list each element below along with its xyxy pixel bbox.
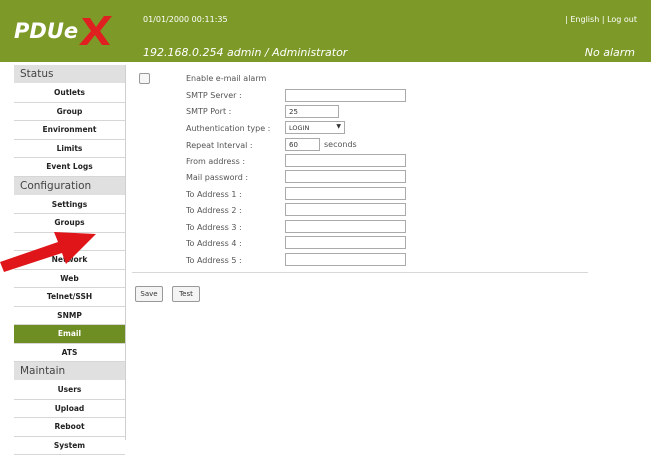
alarm-status: No alarm: [585, 46, 635, 59]
to-address-1-input[interactable]: [285, 187, 406, 200]
sidebar-item-limits[interactable]: Limits: [14, 140, 125, 159]
sidebar-item-reboot[interactable]: Reboot: [14, 418, 125, 437]
email-settings-form: Enable e-mail alarm SMTP Server : SMTP P…: [132, 65, 651, 440]
to-address-5-input[interactable]: [285, 253, 406, 266]
sidebar-item-ats[interactable]: ATS: [14, 344, 125, 363]
sidebar-section-status: Status: [14, 65, 125, 84]
repeat-interval-label: Repeat Interval :: [186, 141, 253, 150]
red-arrow-icon: [0, 226, 96, 272]
to-address-1-label: To Address 1 :: [186, 190, 242, 199]
divider: [132, 272, 588, 273]
sidebar-item-users[interactable]: Users: [14, 381, 125, 400]
sidebar-item-email[interactable]: Email: [14, 325, 125, 344]
sidebar-item-group[interactable]: Group: [14, 103, 125, 122]
seconds-unit: seconds: [324, 140, 357, 149]
enable-email-checkbox[interactable]: [139, 73, 150, 84]
chevron-down-icon: ▼: [336, 123, 341, 130]
repeat-interval-input[interactable]: 60: [285, 138, 320, 151]
auth-type-value: LOGIN: [289, 124, 309, 132]
svg-text:PDUe: PDUe: [14, 19, 78, 43]
header-links: | English | Log out: [565, 15, 637, 24]
enable-email-label: Enable e-mail alarm: [186, 74, 266, 83]
sidebar-item-outlets[interactable]: Outlets: [14, 84, 125, 103]
separator: |: [602, 15, 605, 24]
smtp-port-input[interactable]: 25: [285, 105, 339, 118]
sidebar-item-telnet-ssh[interactable]: Telnet/SSH: [14, 288, 125, 307]
english-link[interactable]: English: [570, 15, 599, 24]
from-address-input[interactable]: [285, 154, 406, 167]
pduex-logo: PDUe: [14, 14, 114, 46]
smtp-port-label: SMTP Port :: [186, 107, 231, 116]
ip-user-info: 192.168.0.254 admin / Administrator: [143, 46, 347, 59]
auth-type-select[interactable]: LOGIN ▼: [285, 121, 345, 134]
to-address-3-input[interactable]: [285, 220, 406, 233]
mail-password-input[interactable]: [285, 170, 406, 183]
save-button[interactable]: Save: [135, 286, 163, 302]
from-address-label: From address :: [186, 157, 245, 166]
sidebar-item-environment[interactable]: Environment: [14, 121, 125, 140]
to-address-5-label: To Address 5 :: [186, 256, 242, 265]
to-address-4-input[interactable]: [285, 236, 406, 249]
sidebar-section-maintain: Maintain: [14, 362, 125, 381]
top-header: PDUe 01/01/2000 00:11:35 | English | Log…: [0, 0, 651, 62]
sidebar-item-system[interactable]: System: [14, 437, 125, 455]
to-address-3-label: To Address 3 :: [186, 223, 242, 232]
sidebar-item-settings[interactable]: Settings: [14, 196, 125, 215]
to-address-2-input[interactable]: [285, 203, 406, 216]
to-address-4-label: To Address 4 :: [186, 239, 242, 248]
test-button[interactable]: Test: [172, 286, 200, 302]
separator: |: [565, 15, 568, 24]
smtp-server-label: SMTP Server :: [186, 91, 242, 100]
sidebar-item-upload[interactable]: Upload: [14, 400, 125, 419]
auth-type-label: Authentication type :: [186, 124, 270, 133]
to-address-2-label: To Address 2 :: [186, 206, 242, 215]
logout-link[interactable]: Log out: [607, 15, 637, 24]
sidebar-item-event-logs[interactable]: Event Logs: [14, 158, 125, 177]
sidebar-section-configuration: Configuration: [14, 177, 125, 196]
sidebar-item-web[interactable]: Web: [14, 270, 125, 289]
sidebar-item-snmp[interactable]: SNMP: [14, 307, 125, 326]
mail-password-label: Mail password :: [186, 173, 248, 182]
datetime: 01/01/2000 00:11:35: [143, 15, 228, 24]
smtp-server-input[interactable]: [285, 89, 406, 102]
